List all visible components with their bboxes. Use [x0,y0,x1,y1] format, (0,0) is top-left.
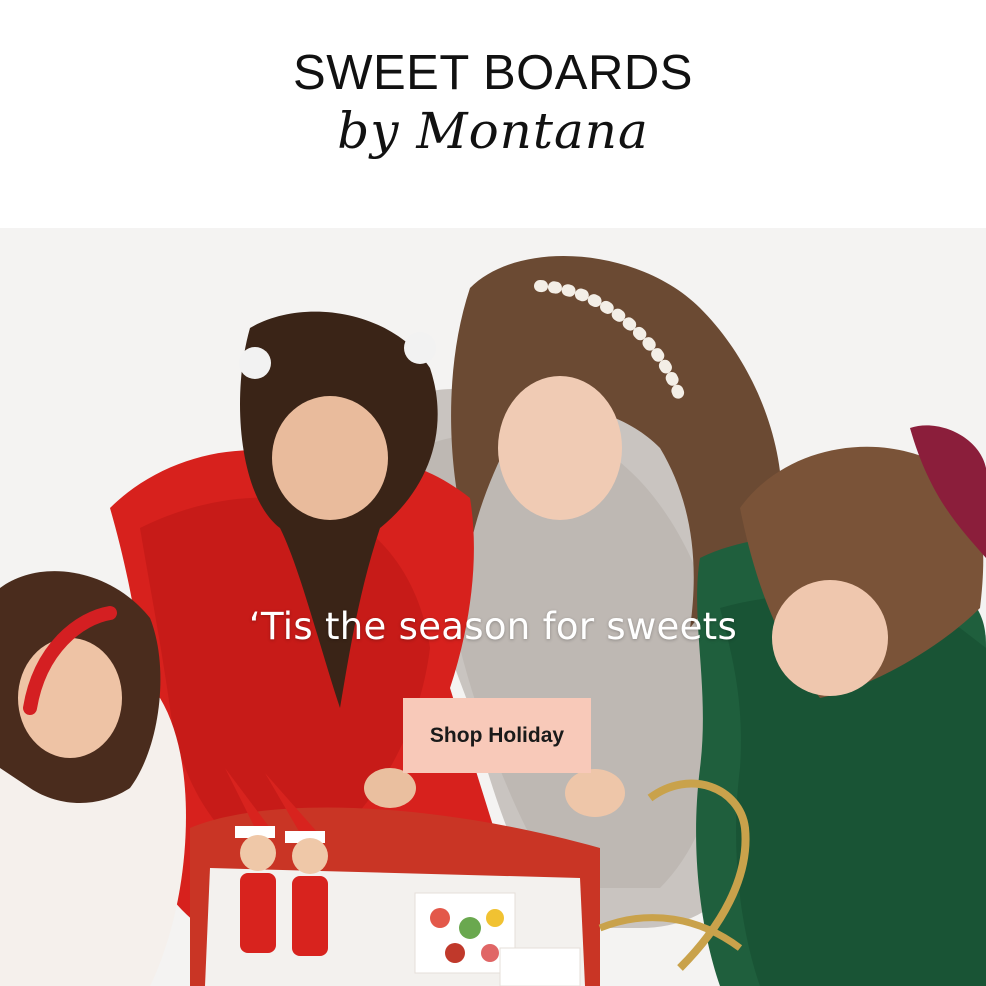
shop-holiday-button[interactable]: Shop Holiday [403,698,591,773]
hands-left [364,768,416,808]
page: SWEET BOARDS by Montana ‘Tis the season … [0,0,986,986]
hero-banner: ‘Tis the season for sweets Shop Holiday [0,228,986,986]
hands-right [565,769,625,817]
logo-wordmark: SWEET BOARDS [293,46,693,100]
site-header: SWEET BOARDS by Montana [0,0,986,228]
hero-headline: ‘Tis the season for sweets [248,604,738,648]
logo-script: by Montana [337,102,649,160]
brand-logo[interactable]: SWEET BOARDS by Montana [0,44,986,162]
